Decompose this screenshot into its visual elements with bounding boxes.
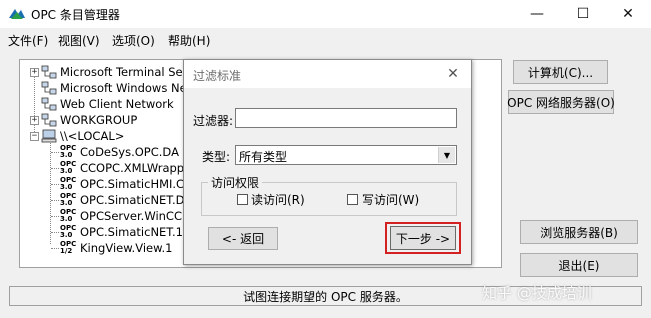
tree-item-label: WORKGROUP <box>60 113 138 127</box>
tree-connector <box>51 184 59 185</box>
menu-options[interactable]: 选项(O) <box>112 32 155 49</box>
minimize-button[interactable]: — <box>514 0 560 28</box>
menu-help[interactable]: 帮助(H) <box>168 32 210 49</box>
type-select-value: 所有类型 <box>239 150 288 164</box>
computer-icon <box>41 129 57 143</box>
next-button[interactable]: 下一步 -> <box>390 226 456 250</box>
tree-connector <box>51 152 59 153</box>
status-text: 试图连接期望的 OPC 服务器。 <box>243 289 408 304</box>
read-access-checkbox[interactable] <box>237 194 248 205</box>
maximize-icon: ☐ <box>576 6 590 22</box>
write-access-checkbox[interactable] <box>347 194 358 205</box>
tree-item-label: OPC.SimaticNET.1 <box>80 225 183 239</box>
tree-item-label: KingView.View.1 <box>80 241 173 255</box>
type-select[interactable]: 所有类型 ▼ <box>235 145 457 165</box>
tree-item-label: CoDeSys.OPC.DA <box>80 145 179 159</box>
opc-server-icon: OPC 1/2 <box>60 240 77 255</box>
opc-app-icon <box>8 6 26 22</box>
chevron-down-icon[interactable]: ▼ <box>438 147 455 163</box>
network-icon <box>41 113 57 127</box>
dialog-close-button[interactable]: ✕ <box>440 63 466 85</box>
opc-network-server-button[interactable]: OPC 网络服务器(O) <box>507 90 615 114</box>
tree-item-label: OPCServer.WinCC.1 <box>80 209 193 223</box>
watermark: 知乎 @技成培训 <box>482 284 592 302</box>
expand-icon[interactable]: + <box>30 116 39 125</box>
menu-view[interactable]: 视图(V) <box>58 32 100 49</box>
tree-connector <box>51 248 59 249</box>
opc-server-icon: OPC 3.0 <box>60 192 77 207</box>
opc-server-icon: OPC 3.0 <box>60 208 77 223</box>
close-icon: ✕ <box>622 6 634 22</box>
opc-server-icon: OPC 3.0 <box>60 144 77 159</box>
menu-file[interactable]: 文件(F) <box>8 32 48 49</box>
expand-icon[interactable]: + <box>30 68 39 77</box>
back-button[interactable]: <- 返回 <box>208 227 278 250</box>
computer-button[interactable]: 计算机(C)... <box>513 60 608 84</box>
filter-dialog: 过滤标准 ✕ 过滤器: 类型: 所有类型 ▼ 访问权限 读访问(R) 写访问(W… <box>183 59 472 265</box>
opc-server-icon: OPC 3.0 <box>60 176 77 191</box>
tree-connector <box>51 200 59 201</box>
network-icon <box>41 97 57 111</box>
exit-button[interactable]: 退出(E) <box>520 253 638 277</box>
filter-label: 过滤器: <box>193 114 234 128</box>
filter-input[interactable] <box>235 108 457 128</box>
network-icon <box>41 65 57 79</box>
tree-connector <box>51 168 59 169</box>
minimize-icon: — <box>530 6 544 22</box>
type-label: 类型: <box>202 150 231 164</box>
browse-server-button[interactable]: 浏览服务器(B) <box>520 220 638 244</box>
window-title: OPC 条目管理器 <box>31 8 120 22</box>
tree-connector <box>50 140 51 244</box>
tree-connector <box>34 72 35 136</box>
network-icon <box>41 81 57 95</box>
collapse-icon[interactable]: − <box>30 132 39 141</box>
write-access-label[interactable]: 写访问(W) <box>362 191 419 208</box>
opc-server-icon: OPC 3.0 <box>60 160 77 175</box>
tree-item-label: \\<LOCAL> <box>60 129 125 143</box>
maximize-button[interactable]: ☐ <box>560 0 606 28</box>
tree-item-label: Web Client Network <box>60 97 174 111</box>
close-button[interactable]: ✕ <box>605 0 651 28</box>
close-icon: ✕ <box>447 66 459 82</box>
tree-connector <box>51 216 59 217</box>
opc-server-icon: OPC 3.0 <box>60 224 77 239</box>
tree-item-label: CCOPC.XMLWrapper. <box>80 161 199 175</box>
access-group-label: 访问权限 <box>208 174 263 191</box>
dialog-title: 过滤标准 <box>193 69 242 83</box>
tree-connector <box>51 232 59 233</box>
read-access-label[interactable]: 读访问(R) <box>251 191 305 208</box>
